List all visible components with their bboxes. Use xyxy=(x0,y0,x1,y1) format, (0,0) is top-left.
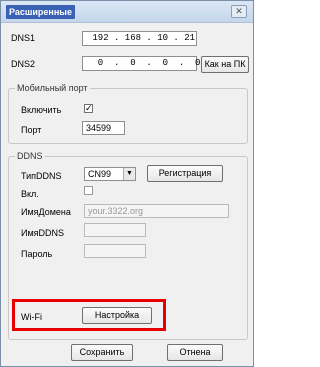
wifi-label: Wi-Fi xyxy=(21,312,42,322)
ddns-type-value: CN99 xyxy=(88,169,112,179)
ddns-type-label: ТипDDNS xyxy=(21,171,62,181)
save-button[interactable]: Сохранить xyxy=(71,344,133,361)
password-input[interactable] xyxy=(84,244,146,258)
mobile-port-group-title: Мобильный порт xyxy=(15,83,90,94)
ddns-user-label: ИмяDDNS xyxy=(21,228,65,238)
mobile-port-group: Мобильный порт xyxy=(8,83,248,144)
register-button[interactable]: Регистрация xyxy=(147,165,223,182)
ddns-group-title: DDNS xyxy=(15,151,45,162)
ddns-enable-label: Вкл. xyxy=(21,189,39,199)
ddns-type-select[interactable]: CN99 ▼ xyxy=(84,167,136,181)
mobile-enable-label: Включить xyxy=(21,105,62,115)
ddns-user-input[interactable] xyxy=(84,223,146,237)
window-title: Расширенные xyxy=(6,5,75,19)
domain-label: ИмяДомена xyxy=(21,207,71,217)
dns2-label: DNS2 xyxy=(11,59,36,69)
dns1-field[interactable]: 192 . 168 . 10 . 21 xyxy=(82,31,197,46)
cancel-button[interactable]: Отнена xyxy=(167,344,223,361)
mobile-enable-checkbox[interactable]: ✓ xyxy=(84,104,93,113)
title-bar[interactable]: Расширенные ✕ xyxy=(1,1,253,23)
advanced-settings-dialog: Расширенные ✕ DNS1 192 . 168 . 10 . 21 D… xyxy=(0,0,254,367)
ddns-enable-checkbox[interactable] xyxy=(84,186,93,195)
dns2-field[interactable]: 0 . 0 . 0 . 0 xyxy=(82,56,200,71)
close-button[interactable]: ✕ xyxy=(231,5,247,18)
wifi-settings-button[interactable]: Настройка xyxy=(82,307,152,324)
dns1-label: DNS1 xyxy=(11,33,36,43)
password-label: Пароль xyxy=(21,249,53,259)
port-input[interactable]: 34599 xyxy=(82,121,125,135)
domain-input[interactable]: your.3322.org xyxy=(84,204,229,218)
chevron-down-icon[interactable]: ▼ xyxy=(123,168,135,180)
port-label: Порт xyxy=(21,125,42,135)
same-as-pc-button[interactable]: Как на ПК xyxy=(201,56,249,73)
